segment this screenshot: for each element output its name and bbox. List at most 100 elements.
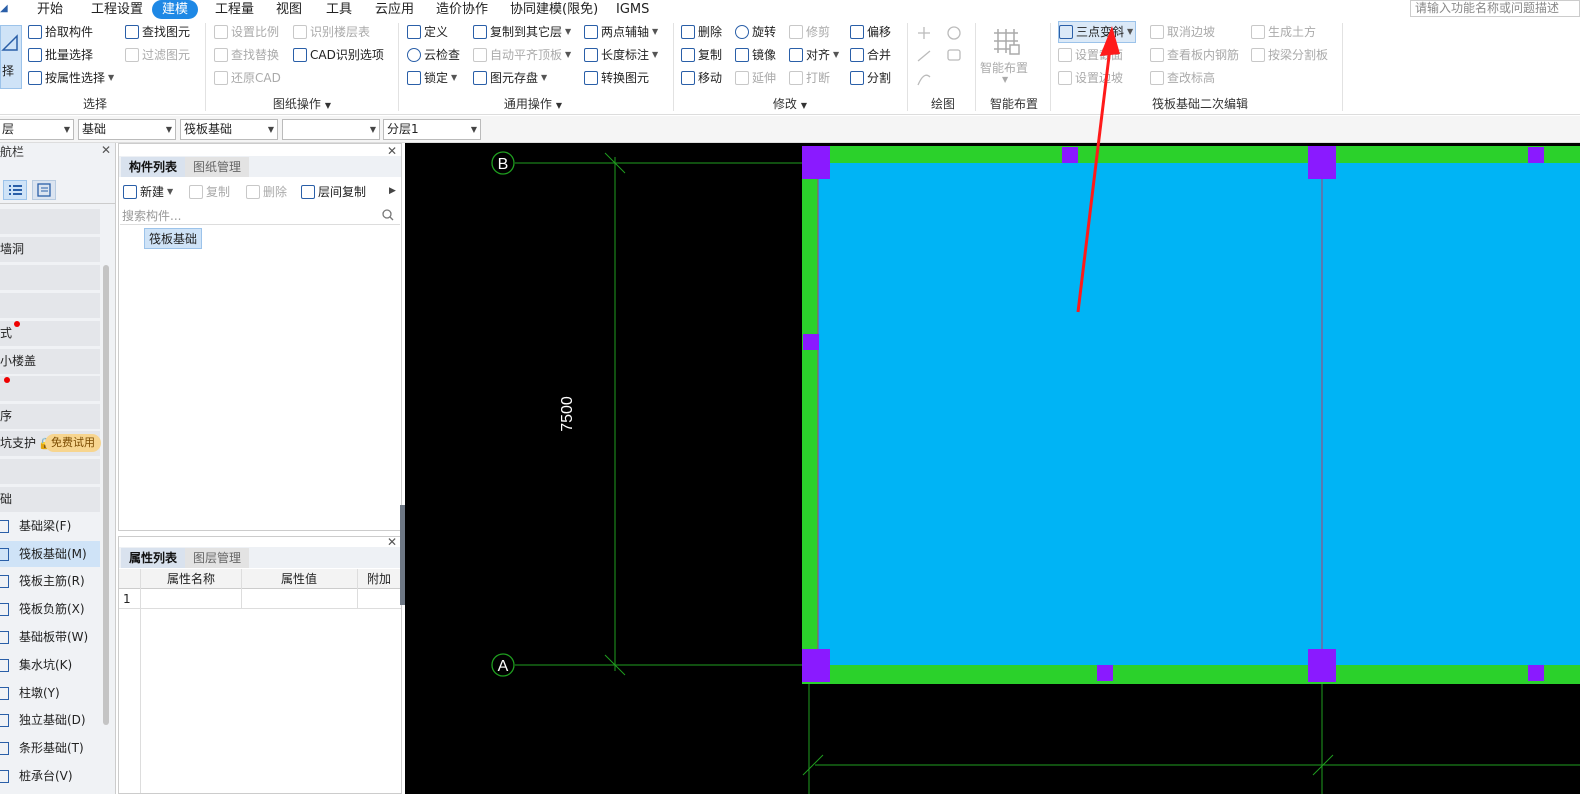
cloud-check-button[interactable]: 云检查 [407, 44, 460, 66]
floor-copy-button[interactable]: 层间复制 [301, 181, 366, 203]
app-icon[interactable]: ◢ [0, 0, 8, 18]
chevron-down-icon: ▼ [108, 73, 115, 82]
menu-project-settings[interactable]: 工程设置 [91, 0, 143, 19]
nav-category[interactable] [0, 459, 100, 484]
break-button[interactable]: 打断 [789, 67, 830, 89]
nav-item-strip-foundation[interactable]: 条形基础(T) [0, 735, 100, 761]
nav-category[interactable] [0, 209, 100, 234]
save-element-button[interactable]: 图元存盘 ▼ [473, 67, 547, 89]
batch-select-button[interactable]: 批量选择 [28, 44, 93, 66]
component-name-select[interactable]: ▼ [282, 119, 380, 140]
view-slab-rebar-button[interactable]: 查看板内钢筋 [1150, 44, 1239, 66]
delete-component-button[interactable]: 删除 [246, 181, 287, 203]
chevron-down-icon: ▼ [555, 101, 563, 110]
component-search-input[interactable]: 搜索构件... [120, 205, 400, 225]
component-type-select[interactable]: 筏板基础 ▼ [180, 119, 278, 140]
common-group-label[interactable]: 通用操作 ▼ [493, 96, 573, 112]
component-item-raft[interactable]: 筏板基础 [144, 228, 203, 249]
set-ratio-button[interactable]: 设置比例 [214, 21, 279, 43]
nav-item-isolated-foundation[interactable]: 独立基础(D) [0, 707, 100, 733]
convert-element-button[interactable]: 转换图元 [584, 67, 649, 89]
nav-item-raft-foundation[interactable]: 筏板基础(M) [0, 541, 100, 567]
table-row[interactable]: 1 [119, 589, 401, 609]
extend-button[interactable]: 延伸 [735, 67, 776, 89]
mirror-button[interactable]: 镜像 [735, 44, 776, 66]
nav-category[interactable] [0, 293, 100, 318]
drawing-canvas[interactable]: B A 7500 [405, 143, 1580, 794]
cancel-edge-slope-button[interactable]: 取消边坡 [1150, 21, 1215, 43]
trim-button[interactable]: 修剪 [789, 21, 830, 43]
nav-category[interactable] [0, 376, 100, 401]
copy-to-floor-button[interactable]: 复制到其它层 ▼ [473, 21, 571, 43]
nav-item-sump-pit[interactable]: 集水坑(K) [0, 652, 100, 678]
find-element-button[interactable]: 查找图元 [125, 21, 190, 43]
rotate-button[interactable]: 旋转 [735, 21, 776, 43]
nav-item-foundation-beam[interactable]: 基础梁(F) [0, 513, 100, 539]
nav-item-column-pier[interactable]: 柱墩(Y) [0, 680, 100, 706]
tab-drawing-management[interactable]: 图纸管理 [185, 157, 250, 177]
nav-item-raft-negative-rebar[interactable]: 筏板负筋(X) [0, 596, 100, 622]
copy-component-button[interactable]: 复制 [189, 181, 230, 203]
length-mark-button[interactable]: 长度标注 ▼ [584, 44, 658, 66]
identify-floor-table-button[interactable]: 识别楼层表 [293, 21, 370, 43]
menu-view[interactable]: 视图 [276, 0, 302, 19]
select-button[interactable]: 择 [0, 25, 22, 89]
chevron-right-icon[interactable]: ▶ [389, 186, 396, 196]
restore-cad-button[interactable]: 还原CAD [214, 67, 281, 89]
pick-component-button[interactable]: 拾取构件 [28, 21, 93, 43]
offset-button[interactable]: 偏移 [850, 21, 891, 43]
new-component-button[interactable]: 新建 ▼ [123, 181, 173, 203]
menu-tools[interactable]: 工具 [326, 0, 352, 19]
select-by-attribute-button[interactable]: 按属性选择 ▼ [28, 67, 114, 89]
nav-item-raft-main-rebar[interactable]: 筏板主筋(R) [0, 568, 100, 594]
detail-view-toggle[interactable] [32, 180, 56, 200]
copy-button[interactable]: 复制 [681, 44, 722, 66]
tab-component-list[interactable]: 构件列表 [121, 157, 186, 177]
sublayer-select[interactable]: 分层1 ▼ [383, 119, 481, 140]
menu-start[interactable]: 开始 [37, 0, 63, 19]
free-trial-badge[interactable]: 免费试用 [45, 434, 101, 452]
close-icon[interactable]: ✕ [101, 143, 111, 157]
nav-item-pile-cap[interactable]: 桩承台(V) [0, 763, 100, 789]
modify-group-label[interactable]: 修改 ▼ [750, 96, 830, 112]
tab-layer-management[interactable]: 图层管理 [185, 548, 250, 568]
move-button[interactable]: 移动 [681, 67, 722, 89]
nav-scrollbar[interactable] [103, 265, 109, 725]
filter-element-button[interactable]: 过滤图元 [125, 44, 190, 66]
split-by-beam-button[interactable]: 按梁分割板 [1251, 44, 1328, 66]
auto-flat-top-button[interactable]: 自动平齐顶板 ▼ [473, 44, 571, 66]
nav-item-foundation-strip[interactable]: 基础板带(W) [0, 624, 100, 650]
cad-options-button[interactable]: CAD识别选项 [293, 44, 384, 66]
change-elevation-button[interactable]: 查改标高 [1150, 67, 1215, 89]
two-point-axis-button[interactable]: 两点辅轴 ▼ [584, 21, 658, 43]
menu-modeling[interactable]: 建模 [152, 0, 199, 19]
find-replace-button[interactable]: 查找替换 [214, 44, 279, 66]
drawing-group-label[interactable]: 图纸操作 ▼ [262, 96, 342, 112]
nav-category[interactable] [0, 265, 100, 290]
nav-category-floor-cover[interactable]: 小楼盖 [0, 349, 100, 374]
split-button[interactable]: 分割 [850, 67, 891, 89]
menu-collab-modeling[interactable]: 协同建模(限免) [510, 0, 598, 19]
generate-earthwork-button[interactable]: 生成土方 [1251, 21, 1316, 43]
draw-tools-icons[interactable] [916, 25, 966, 91]
floor-select[interactable]: 层 ▼ [0, 119, 74, 140]
tab-property-list[interactable]: 属性列表 [121, 548, 186, 568]
nav-category-wall-hole[interactable]: 墙洞 [0, 237, 100, 262]
define-button[interactable]: 定义 [407, 21, 448, 43]
delete-button[interactable]: 删除 [681, 21, 722, 43]
align-button[interactable]: 对齐 ▼ [789, 44, 839, 66]
find-replace-icon [214, 48, 228, 62]
layer-toolbar: 层 ▼ 基础 ▼ 筏板基础 ▼ ▼ 分层1 ▼ [0, 116, 1580, 143]
nav-category-order[interactable]: 序 [0, 404, 100, 429]
menu-cost-collab[interactable]: 造价协作 [436, 0, 488, 19]
menu-cloud[interactable]: 云应用 [375, 0, 414, 19]
menu-quantity[interactable]: 工程量 [215, 0, 254, 19]
menu-igms[interactable]: IGMS [616, 0, 649, 19]
nav-category-foundation[interactable]: 础 [0, 487, 100, 512]
list-view-toggle[interactable] [3, 180, 27, 200]
category-select[interactable]: 基础 ▼ [78, 119, 176, 140]
function-search-input[interactable]: 请输入功能名称或问题描述 [1410, 0, 1580, 17]
smart-layout-button[interactable]: 智能布置 ▼ [980, 21, 1032, 89]
merge-button[interactable]: 合并 [850, 44, 891, 66]
lock-button[interactable]: 锁定 ▼ [407, 67, 457, 89]
